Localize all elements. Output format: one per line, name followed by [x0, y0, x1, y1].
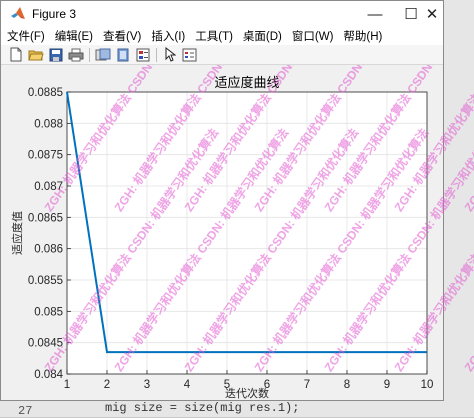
x-axis-label: 迭代次数: [225, 386, 269, 400]
x-tick-label: 7: [304, 379, 310, 391]
toolbar-separator: [89, 47, 90, 62]
x-tick-label: 1: [64, 379, 70, 391]
matlab-icon: [11, 7, 25, 19]
x-tick-label: 8: [344, 379, 350, 391]
menu-file[interactable]: 文件(F): [1, 28, 50, 44]
window-title: Figure 3: [32, 7, 77, 21]
menu-bar: 文件(F) 编辑(E) 查看(V) 插入(I) 工具(T) 桌面(D) 窗口(W…: [1, 27, 443, 45]
menu-window[interactable]: 窗口(W): [287, 28, 339, 44]
y-tick-label: 0.084: [34, 369, 63, 381]
legend-icon[interactable]: [181, 47, 198, 63]
axes-background: [67, 92, 427, 374]
y-tick-label: 0.0875: [28, 150, 63, 162]
toolbar: [1, 45, 443, 65]
y-axis-label: 适应度值: [10, 211, 24, 255]
minimize-button[interactable]: —: [357, 1, 393, 27]
y-tick-label: 0.0885: [28, 87, 63, 99]
x-tick-label: 3: [144, 379, 150, 391]
toolbar-separator: [156, 47, 157, 62]
brush-icon[interactable]: [114, 47, 131, 63]
new-file-icon[interactable]: [7, 47, 24, 63]
pointer-icon[interactable]: [161, 47, 178, 63]
y-tick-label: 0.085: [34, 306, 63, 318]
save-icon[interactable]: [47, 47, 64, 63]
y-tick-label: 0.0855: [28, 275, 63, 287]
print-icon[interactable]: [67, 47, 84, 63]
fitness-chart: 1 2 3 4 5 6 7 8 9 100.0840.08450.0850.08550.0860.…: [10, 75, 434, 400]
open-folder-icon[interactable]: [27, 47, 44, 63]
menu-view[interactable]: 查看(V): [98, 28, 146, 44]
y-tick-label: 0.088: [34, 118, 63, 130]
menu-desktop[interactable]: 桌面(D): [238, 28, 287, 44]
link-icon[interactable]: [94, 47, 111, 63]
menu-insert[interactable]: 插入(I): [146, 28, 190, 44]
y-tick-label: 0.0845: [28, 338, 63, 350]
editor-code-line: mig size = size(mig res.1);: [105, 401, 300, 415]
y-tick-label: 0.0865: [28, 212, 63, 224]
editor-line-number: 27: [18, 404, 33, 418]
figure-window: Figure 3 — ☐ ✕ 文件(F) 编辑(E) 查看(V) 插入(I) 工…: [0, 0, 444, 401]
menu-help[interactable]: 帮助(H): [338, 28, 387, 44]
x-tick-label: 10: [421, 379, 434, 391]
x-tick-label: 2: [104, 379, 110, 391]
chart-title: 适应度曲线: [214, 75, 279, 91]
x-tick-label: 4: [184, 379, 191, 391]
figure-canvas: 1 2 3 4 5 6 7 8 9 10 0.084 0.0845 0.085 0.0855 0.086 0.…: [1, 66, 443, 400]
colorbar-icon[interactable]: [134, 47, 151, 63]
menu-tools[interactable]: 工具(T): [190, 28, 238, 44]
close-button[interactable]: ✕: [421, 1, 443, 27]
x-tick-label: 9: [384, 379, 390, 391]
menu-edit[interactable]: 编辑(E): [50, 28, 98, 44]
y-tick-label: 0.087: [34, 181, 63, 193]
title-bar[interactable]: Figure 3 — ☐ ✕: [1, 1, 443, 27]
y-tick-label: 0.086: [34, 244, 63, 256]
